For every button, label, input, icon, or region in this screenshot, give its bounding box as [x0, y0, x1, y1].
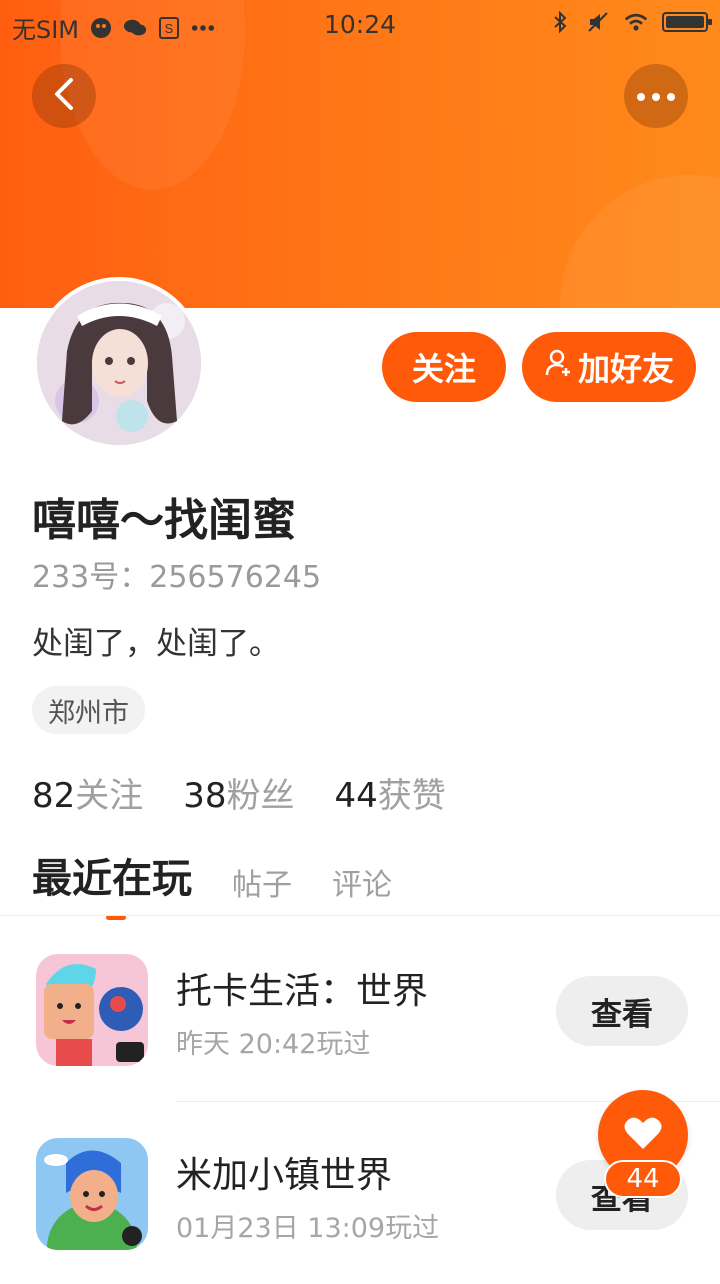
stat-number: 82: [32, 776, 76, 816]
add-friend-button-label: 加好友: [577, 350, 674, 388]
view-button[interactable]: 查看: [556, 976, 688, 1046]
location-label: 郑州市: [48, 697, 129, 729]
add-friend-icon: [544, 348, 574, 386]
game-icon: [36, 1138, 148, 1250]
avatar-image: [37, 281, 201, 445]
like-count-badge: 44: [604, 1160, 682, 1198]
profile-tabs: 最近在玩 帖子 评论: [32, 846, 392, 920]
stat-likes[interactable]: 44获赞: [335, 768, 446, 817]
profile-bio: 处闺了，处闺了。: [32, 626, 280, 662]
more-options-button[interactable]: [624, 64, 688, 128]
stat-number: 44: [334, 776, 378, 816]
stat-number: 38: [183, 776, 227, 816]
game-played-time: 昨天 20:42玩过: [176, 1029, 371, 1060]
status-right: [548, 10, 712, 34]
stat-followers[interactable]: 38粉丝: [183, 768, 294, 817]
status-bar: 无SIM S 10:24: [0, 0, 720, 50]
heart-icon: [623, 1115, 663, 1155]
tab-recently-played[interactable]: 最近在玩: [32, 846, 192, 920]
stat-following[interactable]: 82关注: [32, 768, 143, 817]
tab-comments[interactable]: 评论: [332, 860, 392, 904]
profile-name: 嘻嘻～找闺蜜: [32, 495, 296, 546]
stat-label: 获赞: [377, 776, 446, 816]
more-dots-icon: [636, 87, 676, 106]
stat-label: 关注: [75, 776, 144, 816]
list-item[interactable]: 托卡生活：世界 昨天 20:42玩过 查看: [0, 920, 720, 1100]
tab-posts[interactable]: 帖子: [232, 860, 292, 904]
game-title: 托卡生活：世界: [176, 971, 429, 1012]
stat-label: 粉丝: [226, 776, 295, 816]
profile-stats: 82关注 38粉丝 44获赞: [32, 768, 446, 817]
mute-icon: [586, 10, 610, 34]
back-button[interactable]: [32, 64, 96, 128]
tab-divider: [0, 915, 720, 916]
game-title: 米加小镇世界: [176, 1155, 393, 1196]
follow-button[interactable]: 关注: [382, 332, 506, 402]
location-tag: 郑州市: [32, 686, 145, 734]
avatar[interactable]: [33, 277, 205, 449]
follow-button-label: 关注: [411, 350, 476, 388]
bluetooth-icon: [548, 10, 572, 34]
add-friend-button[interactable]: 加好友: [522, 332, 696, 402]
game-icon: [36, 954, 148, 1066]
banner-decoration: [560, 175, 720, 308]
wifi-icon: [624, 10, 648, 34]
game-played-time: 01月23日 13:09玩过: [176, 1213, 440, 1244]
battery-icon: [662, 12, 712, 32]
chevron-left-icon: [51, 77, 77, 115]
user-id: 233号：256576245: [32, 560, 322, 595]
